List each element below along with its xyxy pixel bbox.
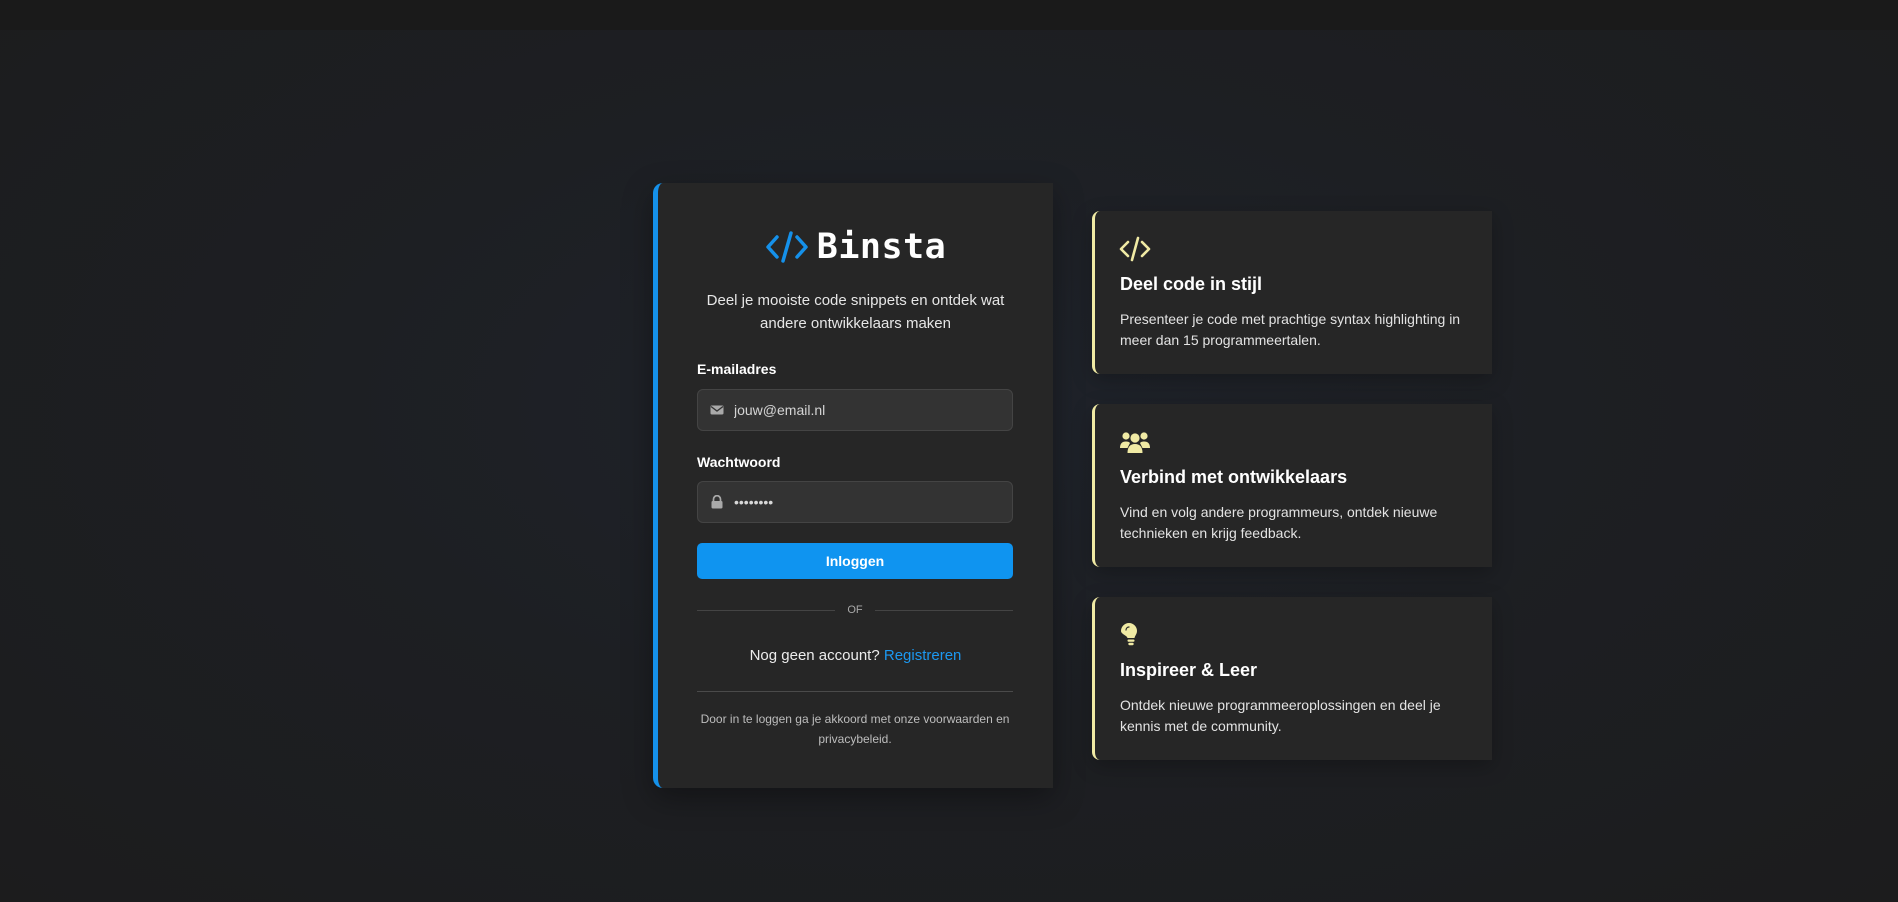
or-divider: OF: [697, 604, 1013, 616]
login-button[interactable]: Inloggen: [697, 543, 1013, 579]
feature-card-connect: Verbind met ontwikkelaars Vind en volg a…: [1092, 404, 1492, 567]
password-field[interactable]: [697, 481, 1013, 523]
register-link[interactable]: Registreren: [884, 647, 962, 664]
email-label: E-mailadres: [697, 361, 777, 377]
terms-text: Door in te loggen ga je akkoord met onze…: [700, 712, 1010, 746]
brand-logo: Binsta: [658, 227, 1053, 267]
divider-line: [697, 609, 836, 611]
code-icon: [1119, 236, 1151, 262]
lightbulb-icon: [1121, 623, 1137, 646]
password-input[interactable]: [734, 494, 1004, 510]
feature-title: Deel code in stijl: [1120, 274, 1263, 294]
brand-name: Binsta: [816, 227, 947, 267]
feature-title: Inspireer & Leer: [1120, 660, 1258, 680]
envelope-icon: [710, 405, 724, 415]
no-account-text: Nog geen account?: [749, 647, 880, 664]
feature-text: Vind en volg andere programmeurs, ontdek…: [1120, 504, 1438, 541]
password-label: Wachtwoord: [697, 454, 781, 470]
separator: [697, 691, 1013, 692]
users-icon: [1120, 432, 1150, 453]
register-prompt: Nog geen account? Registreren: [658, 647, 1053, 664]
feature-title: Verbind met ontwikkelaars: [1120, 467, 1348, 487]
code-brackets-icon: [766, 231, 808, 263]
feature-text: Presenteer je code met prachtige syntax …: [1120, 311, 1461, 348]
email-input[interactable]: [734, 402, 1004, 418]
divider-line: [874, 609, 1013, 611]
login-card: Binsta Deel je mooiste code snippets en …: [653, 183, 1053, 788]
feature-card-share-code: Deel code in stijl Presenteer je code me…: [1092, 211, 1492, 374]
email-field[interactable]: [697, 389, 1013, 431]
lock-icon: [711, 495, 723, 509]
top-bar: [0, 0, 1898, 30]
feature-text: Ontdek nieuwe programmeeroplossingen en …: [1120, 697, 1441, 734]
feature-card-inspire: Inspireer & Leer Ontdek nieuwe programme…: [1092, 597, 1492, 760]
or-text: OF: [847, 604, 863, 616]
tagline: Deel je mooiste code snippets en ontdek …: [706, 292, 1005, 332]
